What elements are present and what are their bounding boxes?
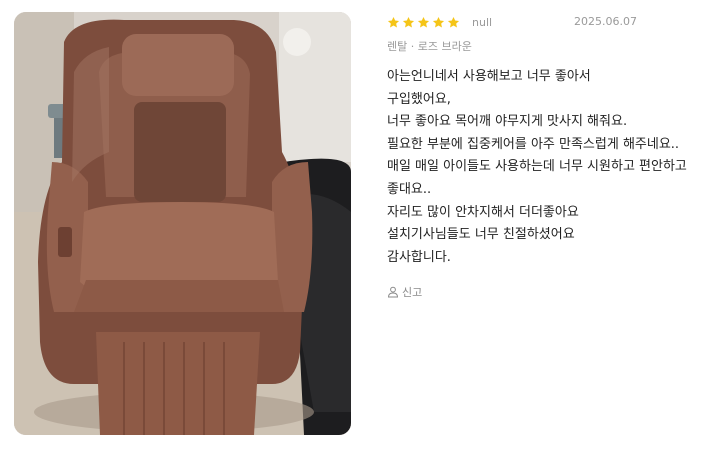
report-label: 신고 bbox=[402, 286, 423, 300]
review-photo[interactable] bbox=[14, 12, 351, 435]
review-line: 좋대요.. bbox=[387, 181, 432, 197]
review-line: 설치기사님들도 너무 친절하셨어요 bbox=[387, 227, 575, 243]
user-report-icon bbox=[387, 287, 399, 298]
review-content: null 2025.06.07 렌탈 · 로즈 브라운 아는언니네서 사용해보고… bbox=[387, 12, 707, 300]
review-line: 자리도 많이 안차지해서 더더좋아요 bbox=[387, 204, 579, 220]
review-line: 구입했어요, bbox=[387, 91, 451, 107]
review-body: 아는언니네서 사용해보고 너무 좋아서 구입했어요, 너무 좋아요 목어깨 야무… bbox=[387, 66, 707, 269]
report-button[interactable]: 신고 bbox=[387, 284, 422, 300]
review-line: 너무 좋아요 목어깨 야무지게 맛사지 해줘요. bbox=[387, 114, 628, 130]
review-line: 매일 매일 아이들도 사용하는데 너무 시원하고 편안하고 bbox=[387, 159, 687, 175]
star-icon bbox=[432, 16, 445, 27]
star-rating bbox=[387, 16, 460, 29]
review-line: 아는언니네서 사용해보고 너무 좋아서 bbox=[387, 69, 591, 84]
purchase-option: 렌탈 · 로즈 브라운 bbox=[387, 40, 472, 53]
review-line: 필요한 부분에 집중케어를 아주 만족스럽게 해주네요.. bbox=[387, 136, 680, 152]
star-icon bbox=[402, 16, 415, 27]
massage-chair-photo bbox=[14, 12, 351, 435]
star-icon bbox=[447, 16, 460, 27]
review-date: 2025.06.07 bbox=[574, 15, 637, 28]
review-meta: null 2025.06.07 bbox=[387, 12, 707, 32]
review-author: null bbox=[472, 15, 493, 29]
review-line: 감사합니다. bbox=[387, 249, 451, 265]
star-icon bbox=[417, 16, 430, 27]
star-icon bbox=[387, 16, 400, 27]
review-card: null 2025.06.07 렌탈 · 로즈 브라운 아는언니네서 사용해보고… bbox=[0, 0, 717, 449]
